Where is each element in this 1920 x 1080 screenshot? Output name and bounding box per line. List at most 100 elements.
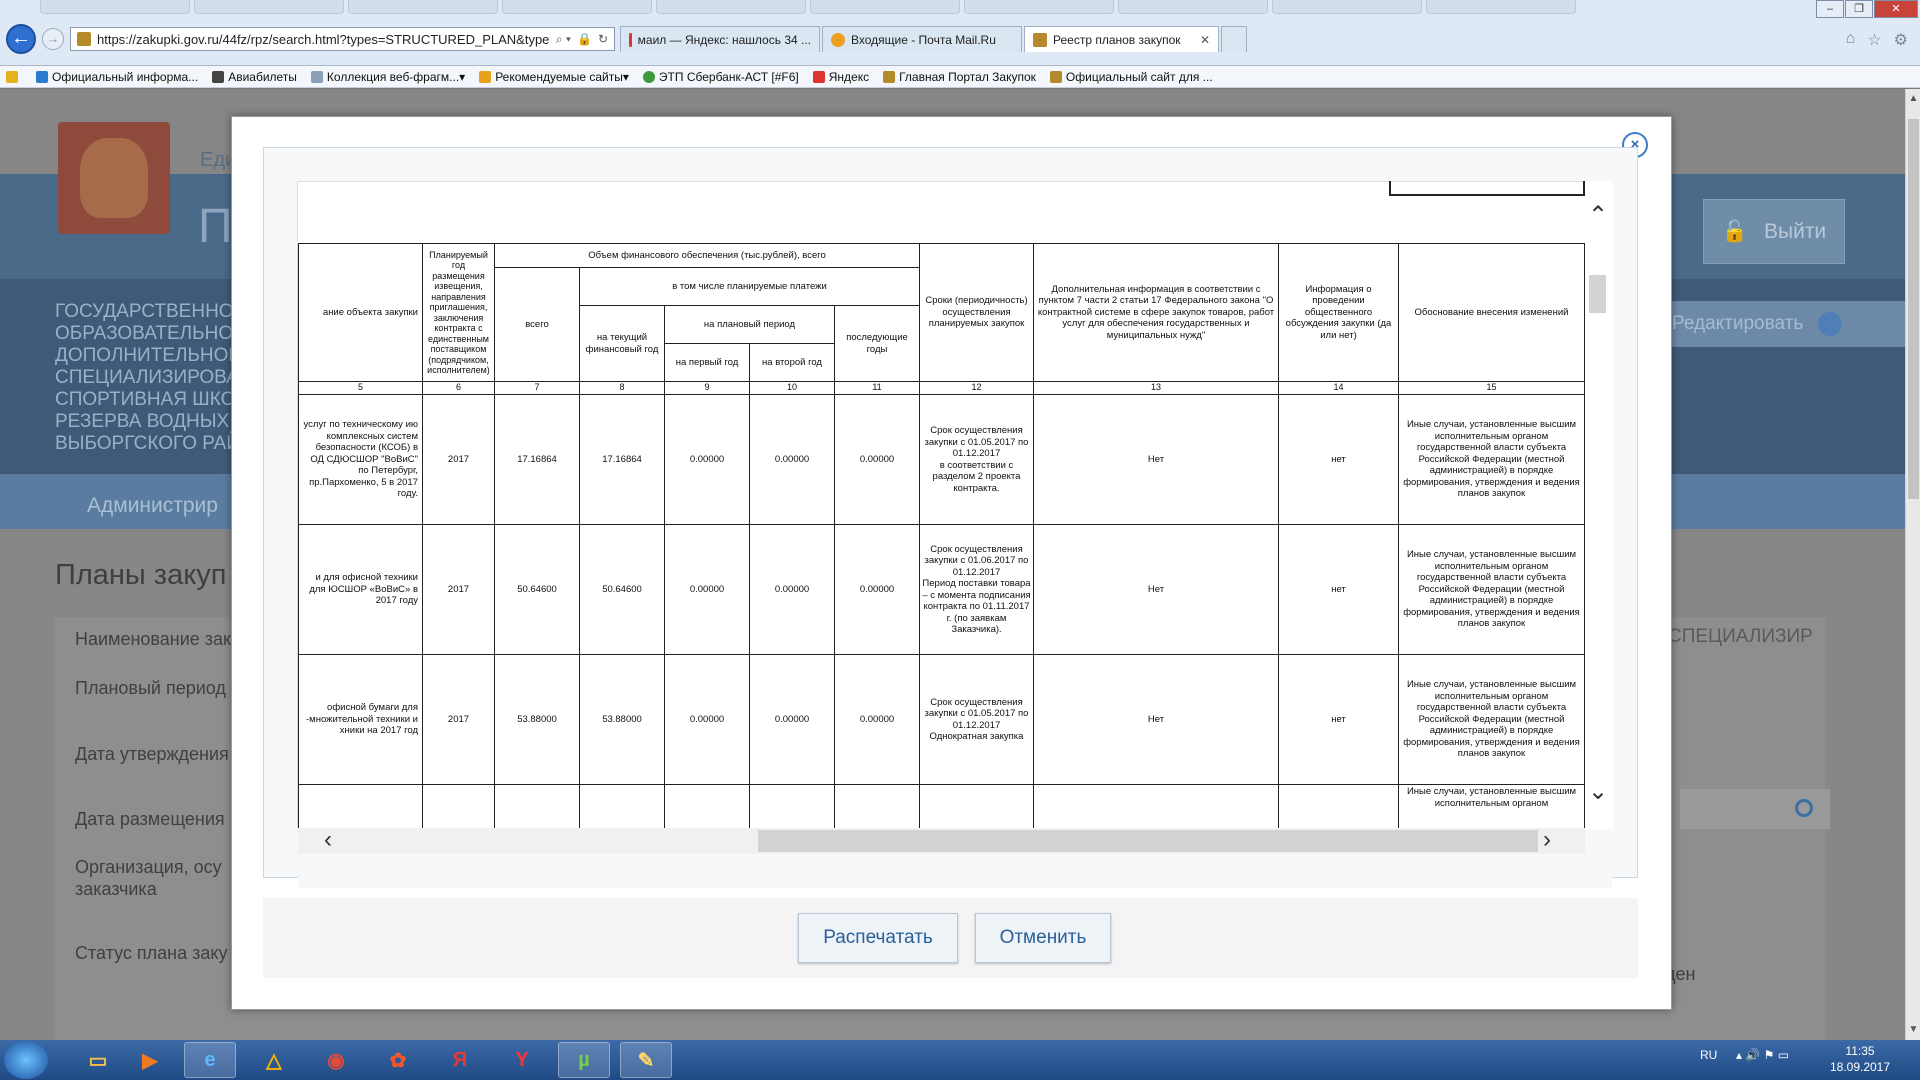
favorite-label: Коллекция веб-фрагм... (326, 69, 460, 84)
cell-year: 2017 (422, 654, 495, 785)
language-indicator[interactable]: RU (1700, 1048, 1717, 1062)
page-scrollbar[interactable]: ▲ ▼ (1905, 89, 1920, 1040)
lock-icon[interactable]: 🔒 (577, 32, 592, 46)
document-vertical-scrollbar[interactable]: ⌃ ⌄ (1585, 197, 1611, 827)
field-value-name: СПЕЦИАЛИЗИР (1668, 626, 1813, 647)
cell-terms: Срок осуществления закупки с 01.05.2017 … (919, 654, 1034, 785)
favorite-item[interactable]: Рекомендуемые сайты ▾ (479, 70, 629, 84)
tab-label: Входящие - Почта Mail.Ru (851, 32, 996, 47)
search-icon[interactable] (1795, 799, 1813, 817)
cell-object (298, 784, 423, 831)
minimize-button[interactable]: – (1816, 0, 1844, 18)
cell-first-year: 0.00000 (664, 524, 750, 655)
cell-first-year: 0.00000 (664, 394, 750, 525)
maximize-button[interactable]: ❐ (1845, 0, 1873, 18)
cell-total: 17.16864 (494, 394, 580, 525)
col-number: 12 (919, 381, 1034, 395)
favorite-item[interactable]: Официальный сайт для ... (1049, 70, 1213, 84)
logout-button[interactable]: 🔓 Выйти (1703, 199, 1845, 264)
refresh-icon[interactable]: ↻ (598, 32, 608, 46)
scroll-down-arrow[interactable]: ▼ (1906, 1024, 1920, 1035)
chevron-down-icon[interactable]: ⌄ (1585, 777, 1611, 806)
table-row: и для офисной техники для ЮСШОР «ВоВиС» … (298, 524, 1585, 655)
back-button[interactable]: ← (6, 24, 36, 54)
header-finance: Объем финансового обеспечения (тыс.рубле… (494, 243, 920, 268)
home-icon[interactable]: ⌂ (1846, 30, 1856, 50)
header-current-year: на текущий финансовый год (579, 305, 665, 382)
cell-later-years: 0.00000 (834, 654, 920, 785)
cell-first-year (664, 784, 750, 831)
paint-icon[interactable]: ✎ (620, 1042, 672, 1078)
favorite-label: Авиабилеты (228, 69, 297, 84)
col-number: 9 (664, 381, 750, 395)
col-number: 13 (1033, 381, 1279, 395)
favorite-item[interactable]: Коллекция веб-фрагм... ▾ (310, 69, 465, 84)
avast-icon[interactable]: △ (248, 1042, 300, 1078)
cell-discussion: нет (1278, 524, 1399, 655)
cell-terms: Срок осуществления закупки с 01.05.2017 … (919, 394, 1034, 525)
forward-button[interactable]: → (42, 28, 64, 50)
media-app-icon[interactable]: ✿ (372, 1042, 424, 1078)
utorrent-icon[interactable]: µ (558, 1042, 610, 1078)
field-label-status: Статус плана заку (75, 943, 228, 963)
chevron-left-icon[interactable]: ‹ (324, 826, 332, 854)
edit-button[interactable]: Редактировать (1660, 301, 1905, 347)
window-close-button[interactable]: ✕ (1874, 0, 1918, 18)
header-later-years: последующие годы (834, 305, 920, 382)
background-tabs (40, 0, 1820, 16)
scroll-thumb[interactable] (758, 830, 1538, 852)
yandex-icon[interactable]: Я (434, 1042, 486, 1078)
yandex-icon (629, 32, 632, 47)
cell-total: 53.88000 (494, 654, 580, 785)
cancel-button[interactable]: Отменить (975, 913, 1111, 963)
eagle-icon (1049, 70, 1062, 83)
gear-icon[interactable]: ⚙ (1894, 30, 1908, 50)
scroll-up-arrow[interactable]: ▲ (1906, 93, 1920, 104)
bing-icon (479, 70, 492, 83)
tab-yandex[interactable]: маил — Яндекс: нашлось 34 ... (620, 26, 820, 52)
cell-first-year: 0.00000 (664, 654, 750, 785)
cell-second-year: 0.00000 (749, 394, 835, 525)
chevron-right-icon[interactable]: › (1543, 826, 1551, 854)
tab-mail[interactable]: Входящие - Почта Mail.Ru (822, 26, 1022, 52)
favorite-label: Яндекс (828, 69, 870, 84)
favorites-star-icon[interactable] (6, 70, 22, 83)
header-year: Планируемый год размещения извещения, на… (422, 243, 495, 382)
start-button[interactable] (4, 1041, 48, 1079)
search-icon[interactable]: ⌕ ▾ (556, 32, 571, 47)
chrome-icon[interactable]: ◉ (310, 1042, 362, 1078)
site-icon (1033, 32, 1047, 47)
favorite-item[interactable]: ЭТП Сбербанк-АСТ [#F6] (642, 70, 799, 84)
header-additional-info: Дополнительная информация в соответствии… (1033, 243, 1279, 382)
scroll-thumb[interactable] (1589, 275, 1606, 313)
cell-discussion: нет (1278, 654, 1399, 785)
tab-close-icon[interactable]: ✕ (1192, 33, 1210, 47)
media-player-icon[interactable]: ▶ (124, 1042, 176, 1078)
new-tab-button[interactable] (1221, 26, 1247, 52)
site-icon (77, 32, 91, 46)
yandex-browser-icon[interactable]: Y (496, 1042, 548, 1078)
document-horizontal-scrollbar[interactable]: ‹ › (298, 826, 1585, 854)
tab-plans-registry[interactable]: Реестр планов закупок ✕ (1024, 26, 1219, 52)
print-button[interactable]: Распечатать (798, 913, 958, 963)
field-label-organization: Организация, осу заказчика (75, 857, 222, 899)
chevron-up-icon[interactable]: ⌃ (1585, 201, 1611, 230)
star-icon[interactable]: ☆ (1867, 30, 1881, 50)
procurement-plan-table: ание объекта закупки Планируемый год раз… (298, 243, 1585, 831)
nav-administration[interactable]: Администрир (87, 494, 218, 518)
field-label-approval-date: Дата утверждения (75, 744, 229, 764)
tray-icons[interactable]: ▴ 🔊 ⚑ ▭ (1736, 1048, 1789, 1062)
favorite-item[interactable]: Официальный информа... (36, 70, 198, 84)
address-bar[interactable]: https://zakupki.gov.ru/44fz/rpz/search.h… (70, 27, 615, 51)
favorite-item[interactable]: Авиабилеты (212, 70, 297, 84)
folder-icon[interactable]: ▭ (72, 1042, 124, 1078)
scroll-thumb[interactable] (1908, 119, 1919, 499)
favorite-item[interactable]: Яндекс (812, 69, 870, 84)
internet-explorer-icon[interactable]: e (184, 1042, 236, 1078)
system-clock[interactable]: 11:35 18.09.2017 (1810, 1043, 1910, 1075)
cell-additional: Нет (1033, 394, 1279, 525)
favorite-item[interactable]: Главная Портал Закупок (883, 70, 1036, 84)
header-terms: Сроки (периодичность) осуществления план… (919, 243, 1034, 382)
header-title: П (198, 200, 233, 253)
col-number: 8 (579, 381, 665, 395)
